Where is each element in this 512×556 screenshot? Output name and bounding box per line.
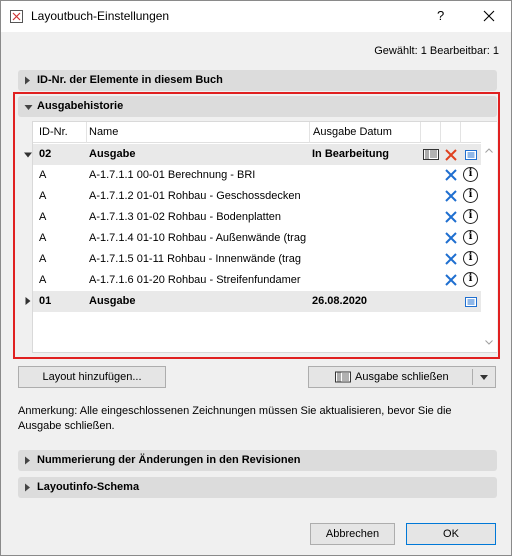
table-row-issue-01[interactable]: 01 Ausgabe 26.08.2020 bbox=[25, 291, 481, 312]
remove-x-icon[interactable] bbox=[444, 231, 458, 245]
table-row[interactable]: A A-1.7.1.5 01-11 Rohbau - Innenwände (t… bbox=[33, 249, 481, 270]
info-icon[interactable]: i bbox=[463, 251, 478, 266]
row-name: A-1.7.1.2 01-01 Rohbau - Geschossdecken bbox=[89, 190, 301, 202]
row-id: A bbox=[39, 253, 47, 265]
remove-x-icon[interactable] bbox=[444, 210, 458, 224]
scroll-up-icon[interactable] bbox=[485, 148, 493, 153]
table-row[interactable]: A A-1.7.1.2 01-01 Rohbau - Geschossdecke… bbox=[33, 186, 481, 207]
info-icon[interactable]: i bbox=[463, 188, 478, 203]
row-name: A-1.7.1.3 01-02 Rohbau - Bodenplatten bbox=[89, 211, 282, 223]
expand-arrow-icon bbox=[25, 76, 30, 85]
row-id: A bbox=[39, 274, 47, 286]
info-icon[interactable]: i bbox=[463, 230, 478, 245]
title-bar: Layoutbuch-Einstellungen ? bbox=[1, 1, 511, 32]
table-row[interactable]: A A-1.7.1.6 01-20 Rohbau - Streifenfunda… bbox=[33, 270, 481, 291]
info-icon[interactable]: i bbox=[463, 272, 478, 287]
section-label: Nummerierung der Änderungen in den Revis… bbox=[37, 454, 301, 466]
info-icon[interactable]: i bbox=[463, 209, 478, 224]
issue-date: 26.08.2020 bbox=[312, 295, 368, 307]
collapse-arrow-icon[interactable] bbox=[24, 152, 32, 158]
section-label: ID-Nr. der Elemente in diesem Buch bbox=[37, 74, 223, 86]
issue-name: Ausgabe bbox=[89, 148, 136, 160]
table-header: ID-Nr. Name Ausgabe Datum bbox=[33, 122, 481, 143]
info-icon[interactable]: i bbox=[463, 167, 478, 182]
vertical-scrollbar[interactable] bbox=[481, 122, 497, 352]
issue-id: 01 bbox=[39, 295, 52, 307]
close-issue-split-button[interactable]: Ausgabe schließen bbox=[308, 366, 496, 388]
list-icon[interactable] bbox=[465, 297, 477, 307]
expand-arrow-icon[interactable] bbox=[25, 297, 31, 305]
delete-issue-x-icon[interactable] bbox=[444, 148, 458, 162]
close-window-button[interactable] bbox=[478, 6, 500, 26]
section-revision-numbering[interactable]: Nummerierung der Änderungen in den Revis… bbox=[18, 450, 497, 471]
remove-x-icon[interactable] bbox=[444, 189, 458, 203]
issue-name: Ausgabe bbox=[89, 295, 136, 307]
remove-x-icon[interactable] bbox=[444, 273, 458, 287]
section-issue-history[interactable]: Ausgabehistorie bbox=[18, 96, 497, 117]
row-id: A bbox=[39, 211, 47, 223]
cancel-button[interactable]: Abbrechen bbox=[310, 523, 395, 545]
app-icon bbox=[10, 10, 23, 23]
issue-book-icon bbox=[335, 371, 351, 383]
row-id: A bbox=[39, 169, 47, 181]
row-name: A-1.7.1.4 01-10 Rohbau - Außenwände (tra… bbox=[89, 232, 307, 244]
layoutbook-settings-dialog: Layoutbuch-Einstellungen ? Gewählt: 1 Be… bbox=[0, 0, 512, 556]
chevron-down-icon[interactable] bbox=[480, 375, 488, 380]
list-icon[interactable] bbox=[465, 150, 477, 160]
section-label: Ausgabehistorie bbox=[37, 100, 124, 112]
row-name: A-1.7.1.6 01-20 Rohbau - Streifenfundame… bbox=[89, 274, 301, 286]
issue-id: 02 bbox=[39, 148, 52, 160]
selection-status: Gewählt: 1 Bearbeitbar: 1 bbox=[374, 45, 499, 57]
add-layout-button[interactable]: Layout hinzufügen... bbox=[18, 366, 166, 388]
row-name: A-1.7.1.5 01-11 Rohbau - Innenwände (tra… bbox=[89, 253, 301, 265]
column-header-name[interactable]: Name bbox=[89, 126, 118, 138]
row-id: A bbox=[39, 232, 47, 244]
column-header-id[interactable]: ID-Nr. bbox=[39, 126, 68, 138]
note-text: Anmerkung: Alle eingeschlossenen Zeichnu… bbox=[18, 405, 452, 432]
expand-arrow-icon bbox=[25, 483, 30, 492]
issue-book-icon[interactable] bbox=[423, 148, 439, 161]
issue-date: In Bearbeitung bbox=[312, 148, 390, 160]
table-row[interactable]: A A-1.7.1.1 00-01 Berechnung - BRI i bbox=[33, 165, 481, 186]
row-id: A bbox=[39, 190, 47, 202]
issue-history-table: ID-Nr. Name Ausgabe Datum 02 Ausgabe In … bbox=[24, 121, 497, 353]
help-button[interactable]: ? bbox=[437, 8, 444, 23]
section-label: Layoutinfo-Schema bbox=[37, 481, 140, 493]
window-title: Layoutbuch-Einstellungen bbox=[31, 9, 170, 23]
table-row[interactable]: A A-1.7.1.3 01-02 Rohbau - Bodenplatten … bbox=[33, 207, 481, 228]
section-layoutinfo-schema[interactable]: Layoutinfo-Schema bbox=[18, 477, 497, 498]
remove-x-icon[interactable] bbox=[444, 252, 458, 266]
remove-x-icon[interactable] bbox=[444, 168, 458, 182]
table-row[interactable]: A A-1.7.1.4 01-10 Rohbau - Außenwände (t… bbox=[33, 228, 481, 249]
column-header-date[interactable]: Ausgabe Datum bbox=[313, 126, 392, 138]
expand-arrow-icon bbox=[25, 456, 30, 465]
ok-button[interactable]: OK bbox=[406, 523, 496, 545]
scroll-down-icon[interactable] bbox=[485, 340, 493, 345]
collapse-arrow-icon bbox=[24, 105, 33, 110]
section-id-numbers[interactable]: ID-Nr. der Elemente in diesem Buch bbox=[18, 70, 497, 91]
close-issue-label[interactable]: Ausgabe schließen bbox=[355, 367, 449, 387]
table-row-issue-02[interactable]: 02 Ausgabe In Bearbeitung bbox=[24, 144, 481, 165]
row-name: A-1.7.1.1 00-01 Berechnung - BRI bbox=[89, 169, 256, 181]
